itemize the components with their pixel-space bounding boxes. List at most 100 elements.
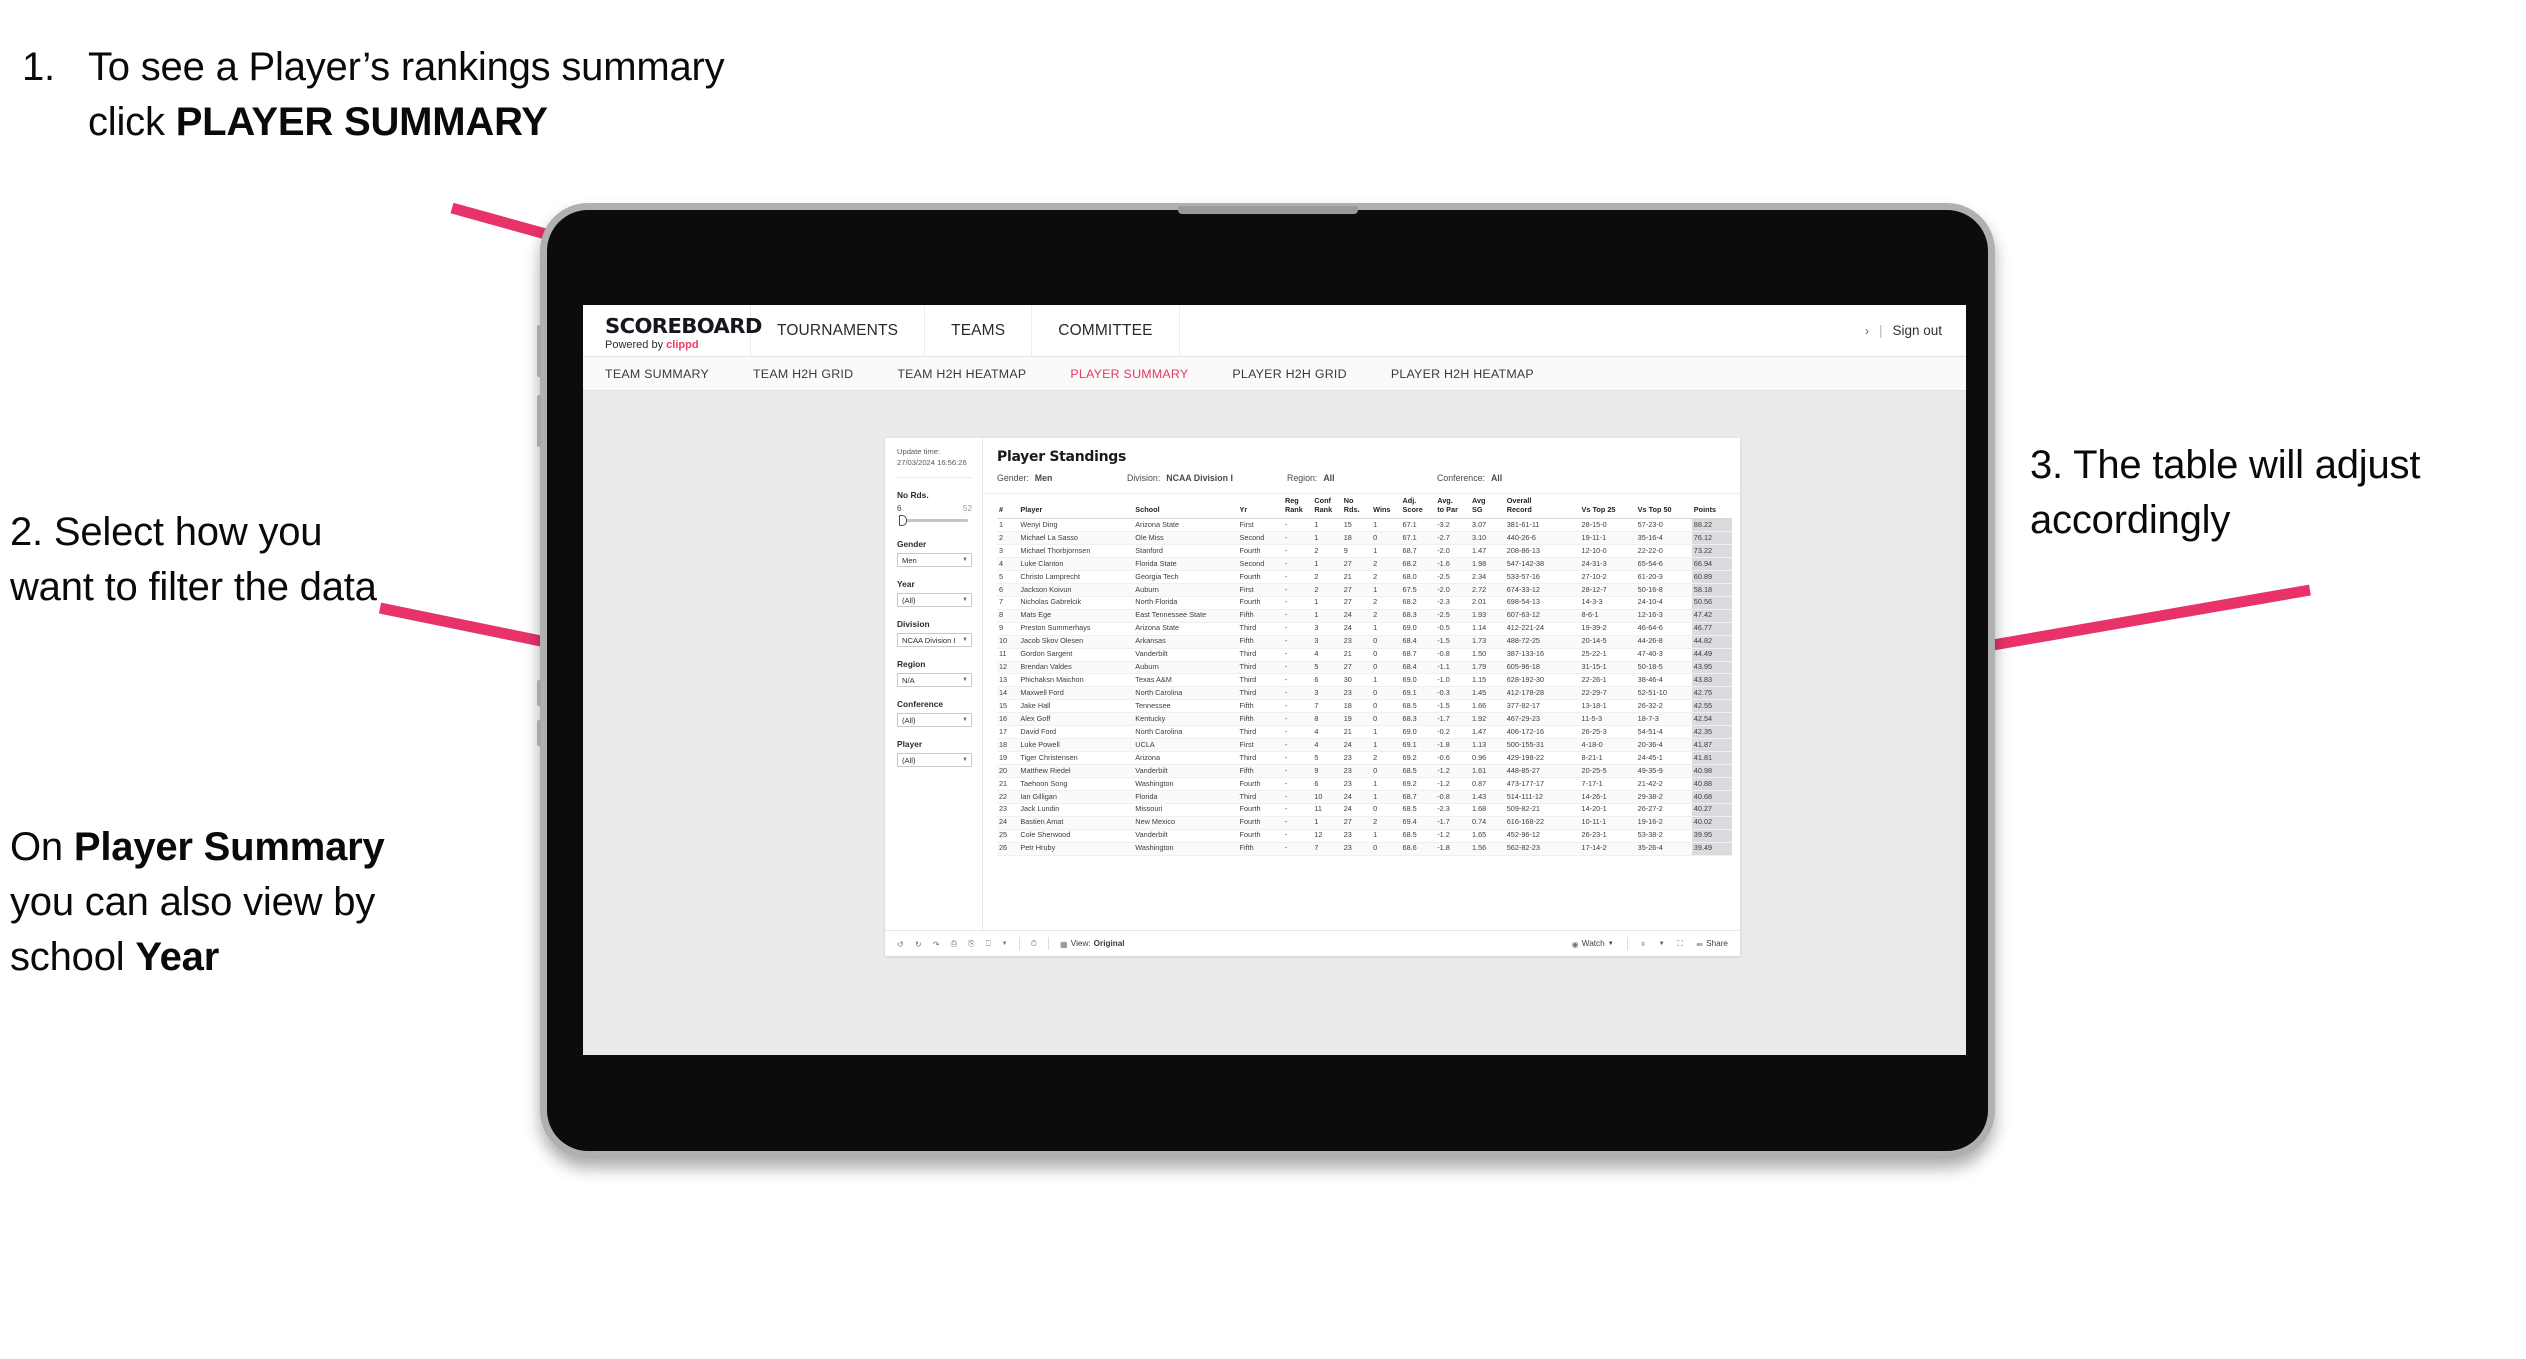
cell-col-overall-record: 440-26-6 xyxy=(1504,531,1580,546)
table-row[interactable]: 25 Cole Sherwood Vanderbilt Fourth -12 23 1 68.… xyxy=(997,829,1732,843)
pause-auto-update-icon[interactable]: ⎘ xyxy=(968,939,975,949)
cell-col-wins: 1 xyxy=(1371,738,1401,753)
cell-col-school: Arizona State xyxy=(1133,518,1238,533)
standings-table-scroll[interactable]: # Player School Yr Reg Rank Conf Rank No Rds. Wins… xyxy=(983,494,1740,930)
table-row[interactable]: 9 Preston Summerhays Arizona State Third -3 2… xyxy=(997,622,1732,636)
cell-col-reg-rank: - xyxy=(1282,738,1313,753)
undo-icon[interactable]: ↺ xyxy=(897,939,904,949)
cell-col-reg-rank: - xyxy=(1282,661,1313,675)
table-row[interactable]: 6 Jackson Koivun Auburn First -2 27 1 67.5 -2.0 2… xyxy=(997,583,1732,597)
table-row[interactable]: 23 Jack Lundin Missouri Fourth -11 24 0 68.5 -2.… xyxy=(997,803,1732,817)
table-row[interactable]: 5 Christo Lamprecht Georgia Tech Fourth -2 21… xyxy=(997,570,1732,584)
table-row[interactable]: 12 Brendan Valdes Auburn Third -5 27 0 68.4 -1.1… xyxy=(997,661,1732,675)
tab-team-summary[interactable]: TEAM SUMMARY xyxy=(605,367,731,381)
nav-item-committee[interactable]: COMMITTEE xyxy=(1032,305,1180,356)
table-row[interactable]: 13 Phichaksn Maichon Texas A&M Third -6 30 1 69… xyxy=(997,673,1732,688)
cell-col-points: 66.94 xyxy=(1691,557,1732,571)
filter-no-rounds-slider[interactable] xyxy=(897,515,972,527)
chevron-down-icon[interactable]: ▼ xyxy=(1002,941,1008,947)
table-row[interactable]: 11 Gordon Sargent Vanderbilt Third -4 21 0 68.7… xyxy=(997,648,1732,662)
table-row[interactable]: 4 Luke Clanton Florida State Second -1 27 2 68.… xyxy=(997,557,1732,571)
view-original-button[interactable]: ▦ View: Original xyxy=(1060,939,1125,949)
table-row[interactable]: 15 Jake Hall Tennessee Fifth -7 18 0 68.5 -1.5 1.… xyxy=(997,699,1732,714)
header-col-vs-top-50[interactable]: Vs Top 50 xyxy=(1635,494,1692,520)
cell-col-conf-rank: 4 xyxy=(1312,725,1342,740)
fullscreen-icon[interactable]: ⛶ xyxy=(1678,939,1684,949)
filter-gender-select[interactable]: Men ▼ xyxy=(897,553,972,567)
chevron-down-icon: ▼ xyxy=(962,557,968,563)
meta-conference-value: All xyxy=(1490,473,1503,483)
refresh-data-icon[interactable]: ⎙ xyxy=(951,939,958,949)
header-col-no-rounds[interactable]: No Rds. xyxy=(1341,494,1372,520)
header-col-points[interactable]: Points xyxy=(1691,494,1732,520)
table-row[interactable]: 18 Luke Powell UCLA First -4 24 1 69.1 -1.8 1.13 5… xyxy=(997,738,1732,753)
table-row[interactable]: 24 Bastien Amat New Mexico Fourth -1 27 2 69.4-… xyxy=(997,816,1732,830)
tab-player-h2h-grid[interactable]: PLAYER H2H GRID xyxy=(1232,367,1368,381)
cell-col-overall-record: 488-72-25 xyxy=(1504,635,1580,649)
cell-col-avg-sg: 1.15 xyxy=(1469,673,1505,688)
top-nav: TOURNAMENTS TEAMS COMMITTEE xyxy=(751,305,1180,356)
table-row[interactable]: 17 David Ford North Carolina Third -4 21 1 69.0… xyxy=(997,725,1732,740)
watch-button[interactable]: ◉ Watch ▼ xyxy=(1572,939,1614,949)
table-row[interactable]: 22 Ian Gilligan Florida Third -10 24 1 68.7 -0.8… xyxy=(997,790,1732,804)
header-col-school[interactable]: School xyxy=(1133,494,1238,520)
chevron-down-icon[interactable]: ▼ xyxy=(1659,941,1665,947)
slider-handle[interactable] xyxy=(899,515,907,526)
sign-out-button[interactable]: Sign out xyxy=(1892,323,1942,338)
cell-col-vs-top-50: 46-64-6 xyxy=(1635,622,1692,636)
header-col-reg-rank[interactable]: Reg Rank xyxy=(1282,494,1313,520)
cell-col-vs-top-50: 24-45-1 xyxy=(1635,751,1692,766)
header-col-vs-top-25[interactable]: Vs Top 25 xyxy=(1579,494,1636,520)
table-row[interactable]: 20 Matthew Riedel Vanderbilt Fifth -9 23 0 68.5… xyxy=(997,764,1732,778)
cell-col-year: Fourth xyxy=(1237,829,1283,843)
table-row[interactable]: 14 Maxwell Ford North Carolina Third -3 23 0 69… xyxy=(997,686,1732,701)
device-layout-icon[interactable]: ⎕ xyxy=(986,939,991,949)
cell-col-vs-top-50: 20-36-4 xyxy=(1635,738,1692,753)
tab-team-h2h-heatmap[interactable]: TEAM H2H HEATMAP xyxy=(897,367,1048,381)
table-row[interactable]: 8 Mats Ege East Tennessee State Fifth -1 24 2 6… xyxy=(997,609,1732,623)
table-row[interactable]: 21 Taehoon Song Washington Fourth -6 23 1 69.2-… xyxy=(997,777,1732,791)
table-row[interactable]: 3 Michael Thorbjornsen Stanford Fourth -2 9 1 6… xyxy=(997,544,1732,559)
cell-col-avg-sg: 1.50 xyxy=(1469,648,1505,662)
filter-division-select[interactable]: NCAA Division I ▼ xyxy=(897,633,972,647)
header-col-player[interactable]: Player xyxy=(1018,494,1134,520)
filter-region: Region N/A ▼ xyxy=(897,659,972,687)
header-col-overall-record[interactable]: Overall Record xyxy=(1504,494,1580,520)
history-icon[interactable]: ⏱ xyxy=(1031,939,1037,949)
header-col-conf-rank[interactable]: Conf Rank xyxy=(1312,494,1342,520)
nav-item-tournaments[interactable]: TOURNAMENTS xyxy=(751,305,926,356)
cell-col-vs-top-50: 49-35-9 xyxy=(1635,764,1692,778)
tablet-device-frame: SCOREBOARD Powered by clippd TOURNAMENTS… xyxy=(537,203,1995,1158)
cell-col-avg-to-par: -1.2 xyxy=(1435,764,1470,778)
header-col-avg-to-par[interactable]: Avg. to Par xyxy=(1435,494,1470,520)
tab-player-h2h-heatmap[interactable]: PLAYER H2H HEATMAP xyxy=(1391,367,1556,381)
header-col-wins[interactable]: Wins xyxy=(1371,494,1401,520)
filter-player-select[interactable]: (All) ▼ xyxy=(897,753,972,767)
cell-col-avg-sg: 1.93 xyxy=(1469,609,1505,623)
filter-region-select[interactable]: N/A ▼ xyxy=(897,673,972,687)
table-row[interactable]: 26 Petr Hruby Washington Fifth -7 23 0 68.6 -1.8… xyxy=(997,842,1732,856)
table-row[interactable]: 16 Alex Goff Kentucky Fifth -8 19 0 68.3 -1.7 1.9… xyxy=(997,712,1732,727)
header-col-year[interactable]: Yr xyxy=(1237,494,1283,520)
filter-conference-select[interactable]: (All) ▼ xyxy=(897,713,972,727)
table-row[interactable]: 19 Tiger Christensen Arizona Third -5 23 2 69.2… xyxy=(997,751,1732,766)
share-button[interactable]: ⇚ Share xyxy=(1696,939,1728,949)
tab-player-summary[interactable]: PLAYER SUMMARY xyxy=(1070,367,1210,381)
redo-icon[interactable]: ↻ xyxy=(915,939,922,949)
revert-icon[interactable]: ↷ xyxy=(933,939,940,949)
nav-item-teams[interactable]: TEAMS xyxy=(925,305,1033,356)
filter-year-select[interactable]: (All) ▼ xyxy=(897,593,972,607)
table-row[interactable]: 1 Wenyi Ding Arizona State First -1 15 1 67.1 -3… xyxy=(997,518,1732,533)
meta-region: Region: All xyxy=(1287,473,1437,483)
app-logo[interactable]: SCOREBOARD Powered by clippd xyxy=(583,305,762,356)
chevron-right-icon: › xyxy=(1864,323,1869,338)
header-col-rank[interactable]: # xyxy=(997,494,1019,520)
table-row[interactable]: 2 Michael La Sasso Ole Miss Second -1 18 0 67.1… xyxy=(997,531,1732,546)
header-col-avg-sg[interactable]: Avg SG xyxy=(1469,494,1505,520)
table-row[interactable]: 10 Jacob Skov Olesen Arkansas Fifth -3 23 0 68.… xyxy=(997,635,1732,649)
header-col-adj-score[interactable]: Adj. Score xyxy=(1400,494,1436,520)
tab-team-h2h-grid[interactable]: TEAM H2H GRID xyxy=(753,367,875,381)
download-icon[interactable]: ⌽ xyxy=(1641,939,1646,949)
eye-icon: ◉ xyxy=(1571,939,1579,949)
table-row[interactable]: 7 Nicholas Gabrelcik North Florida Fourth -1… xyxy=(997,596,1732,610)
